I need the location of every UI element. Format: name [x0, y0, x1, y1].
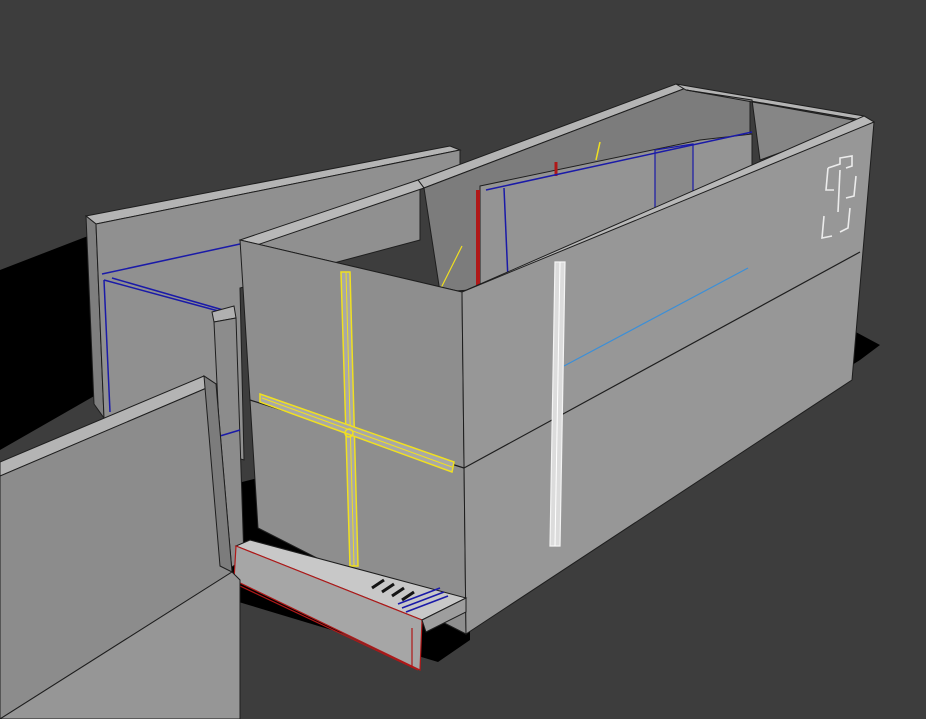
shadow-left: [0, 236, 96, 450]
scene-canvas[interactable]: [0, 0, 926, 719]
3d-viewport[interactable]: [0, 0, 926, 719]
